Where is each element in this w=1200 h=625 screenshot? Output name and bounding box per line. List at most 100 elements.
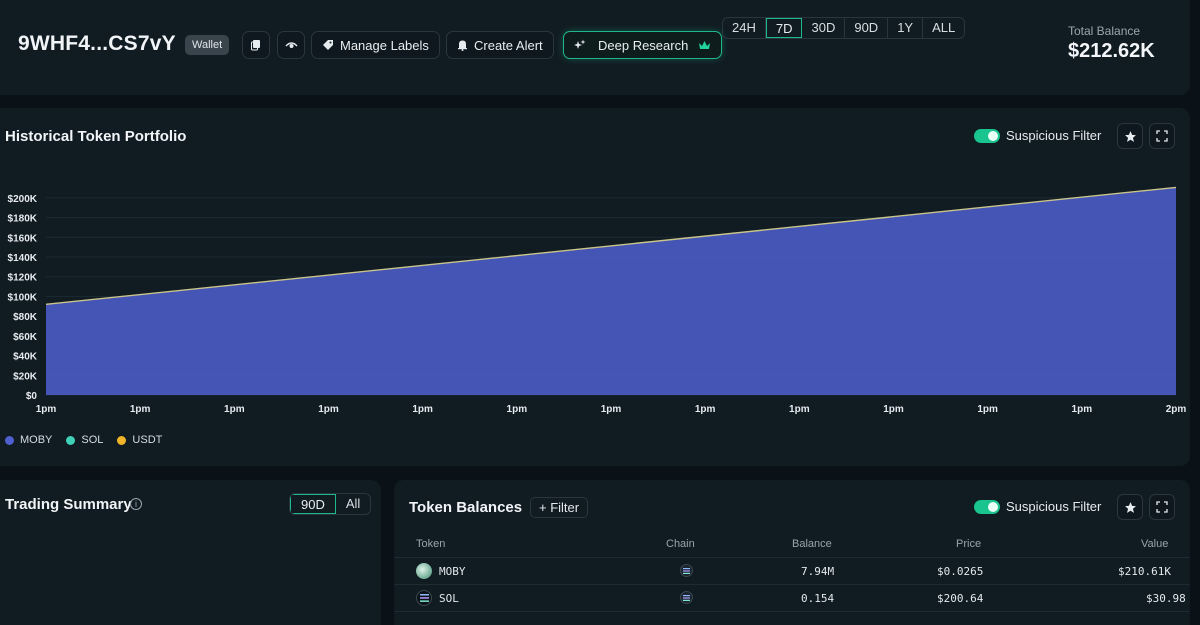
star-icon bbox=[1124, 501, 1136, 513]
trading-range-all[interactable]: All bbox=[336, 494, 370, 514]
column-header-balance[interactable]: Balance bbox=[792, 538, 832, 550]
tag-icon bbox=[323, 40, 333, 50]
y-tick-label: $0 bbox=[26, 391, 38, 402]
legend-label: SOL bbox=[81, 434, 104, 446]
table-divider bbox=[394, 584, 1190, 585]
x-tick-label: 1pm bbox=[36, 404, 57, 415]
expand-icon bbox=[1156, 501, 1168, 513]
x-tick-label: 1pm bbox=[601, 404, 622, 415]
column-header-value[interactable]: Value bbox=[1141, 538, 1168, 550]
wallet-badge: Wallet bbox=[185, 35, 230, 55]
y-tick-label: $40K bbox=[13, 352, 38, 363]
y-tick-label: $160K bbox=[8, 233, 38, 244]
y-tick-label: $60K bbox=[13, 332, 38, 343]
token-value: $210.61K bbox=[1118, 565, 1171, 578]
range-1y[interactable]: 1Y bbox=[888, 18, 924, 38]
y-tick-label: $140K bbox=[8, 253, 38, 264]
y-tick-label: $200K bbox=[8, 194, 38, 205]
token-balance: 0.154 bbox=[801, 592, 835, 605]
chart-legend: MOBY SOL USDT bbox=[5, 434, 162, 446]
plus-icon: + bbox=[539, 500, 547, 515]
legend-dot bbox=[117, 435, 127, 445]
range-24h[interactable]: 24H bbox=[723, 18, 766, 38]
create-alert-button[interactable]: Create Alert bbox=[446, 31, 554, 59]
range-7d[interactable]: 7D bbox=[765, 18, 803, 38]
deep-research-label: Deep Research bbox=[598, 37, 689, 53]
star-icon bbox=[1124, 130, 1136, 142]
token-price: $0.0265 bbox=[937, 565, 984, 578]
token-fullscreen-button[interactable] bbox=[1149, 494, 1175, 520]
y-tick-label: $100K bbox=[8, 292, 38, 303]
legend-item-moby[interactable]: MOBY bbox=[5, 434, 52, 446]
bell-icon bbox=[458, 40, 467, 51]
trading-summary-title: Trading Summary bbox=[5, 496, 132, 513]
x-tick-label: 1pm bbox=[883, 404, 904, 415]
y-tick-label: $80K bbox=[13, 312, 38, 323]
legend-dot bbox=[5, 435, 14, 445]
token-balances-title: Token Balances bbox=[409, 499, 523, 516]
x-tick-label: 1pm bbox=[695, 404, 716, 415]
copy-address-button[interactable] bbox=[242, 31, 270, 59]
legend-label: MOBY bbox=[20, 434, 53, 446]
filter-button[interactable]: + Filter bbox=[530, 497, 589, 518]
column-header-token[interactable]: Token bbox=[416, 538, 445, 550]
range-30d[interactable]: 30D bbox=[802, 18, 846, 38]
manage-labels-label: Manage Labels bbox=[340, 37, 429, 53]
favorite-button[interactable] bbox=[1117, 123, 1143, 149]
manage-labels-button[interactable]: Manage Labels bbox=[311, 31, 440, 59]
wallet-address: 9WHF4...CS7vY bbox=[18, 32, 176, 55]
portfolio-title: Historical Token Portfolio bbox=[5, 128, 187, 145]
fullscreen-button[interactable] bbox=[1149, 123, 1175, 149]
solana-chain-icon bbox=[680, 591, 693, 604]
legend-label: USDT bbox=[132, 434, 163, 446]
x-tick-label: 1pm bbox=[130, 404, 151, 415]
x-tick-label: 2pm bbox=[1166, 404, 1187, 415]
legend-dot bbox=[66, 435, 76, 445]
column-header-price[interactable]: Price bbox=[956, 538, 981, 550]
range-90d[interactable]: 90D bbox=[845, 18, 889, 38]
table-divider bbox=[394, 611, 1190, 612]
portfolio-chart: $0 $20K $40K $60K $80K $100K $120K $140K $160K $1… bbox=[8, 186, 1187, 415]
token-name: MOBY bbox=[439, 565, 466, 578]
y-tick-label: $20K bbox=[13, 371, 38, 382]
range-all[interactable]: ALL bbox=[923, 18, 964, 38]
x-tick-label: 1pm bbox=[1072, 404, 1093, 415]
x-tick-label: 1pm bbox=[789, 404, 810, 415]
sol-token-icon bbox=[416, 590, 432, 606]
x-tick-label: 1pm bbox=[318, 404, 339, 415]
filter-label: Filter bbox=[550, 500, 580, 515]
trading-range-selector: 90D All bbox=[289, 493, 372, 515]
sparkle-icon bbox=[574, 39, 586, 49]
suspicious-filter-toggle[interactable] bbox=[974, 129, 1000, 143]
create-alert-label: Create Alert bbox=[474, 37, 543, 53]
x-tick-label: 1pm bbox=[224, 404, 245, 415]
expand-icon bbox=[1156, 130, 1168, 142]
moby-token-icon bbox=[416, 563, 432, 579]
y-tick-label: $180K bbox=[8, 214, 38, 225]
token-price: $200.64 bbox=[937, 592, 984, 605]
eye-icon bbox=[284, 42, 298, 48]
trading-range-90d[interactable]: 90D bbox=[290, 494, 336, 514]
column-header-chain[interactable]: Chain bbox=[666, 538, 695, 550]
area-moby bbox=[46, 187, 1176, 395]
deep-research-button[interactable]: Deep Research bbox=[563, 31, 723, 59]
total-balance-value: $212.62K bbox=[1068, 40, 1155, 62]
crown-icon bbox=[699, 40, 711, 49]
info-icon[interactable]: i bbox=[130, 498, 142, 510]
token-value: $30.98 bbox=[1146, 592, 1186, 605]
token-balance: 7.94M bbox=[801, 565, 835, 578]
legend-item-usdt[interactable]: USDT bbox=[117, 434, 162, 446]
x-tick-label: 1pm bbox=[977, 404, 998, 415]
table-divider bbox=[394, 557, 1190, 558]
suspicious-filter-label: Suspicious Filter bbox=[1006, 128, 1102, 143]
copy-icon bbox=[251, 40, 260, 51]
token-favorite-button[interactable] bbox=[1117, 494, 1143, 520]
watch-button[interactable] bbox=[277, 31, 305, 59]
total-balance-label: Total Balance bbox=[1068, 24, 1141, 38]
x-tick-label: 1pm bbox=[507, 404, 528, 415]
token-suspicious-filter-toggle[interactable] bbox=[974, 500, 1000, 514]
range-selector: 24H 7D 30D 90D 1Y ALL bbox=[722, 17, 966, 39]
x-tick-label: 1pm bbox=[412, 404, 433, 415]
solana-chain-icon bbox=[680, 564, 693, 577]
legend-item-sol[interactable]: SOL bbox=[66, 434, 103, 446]
